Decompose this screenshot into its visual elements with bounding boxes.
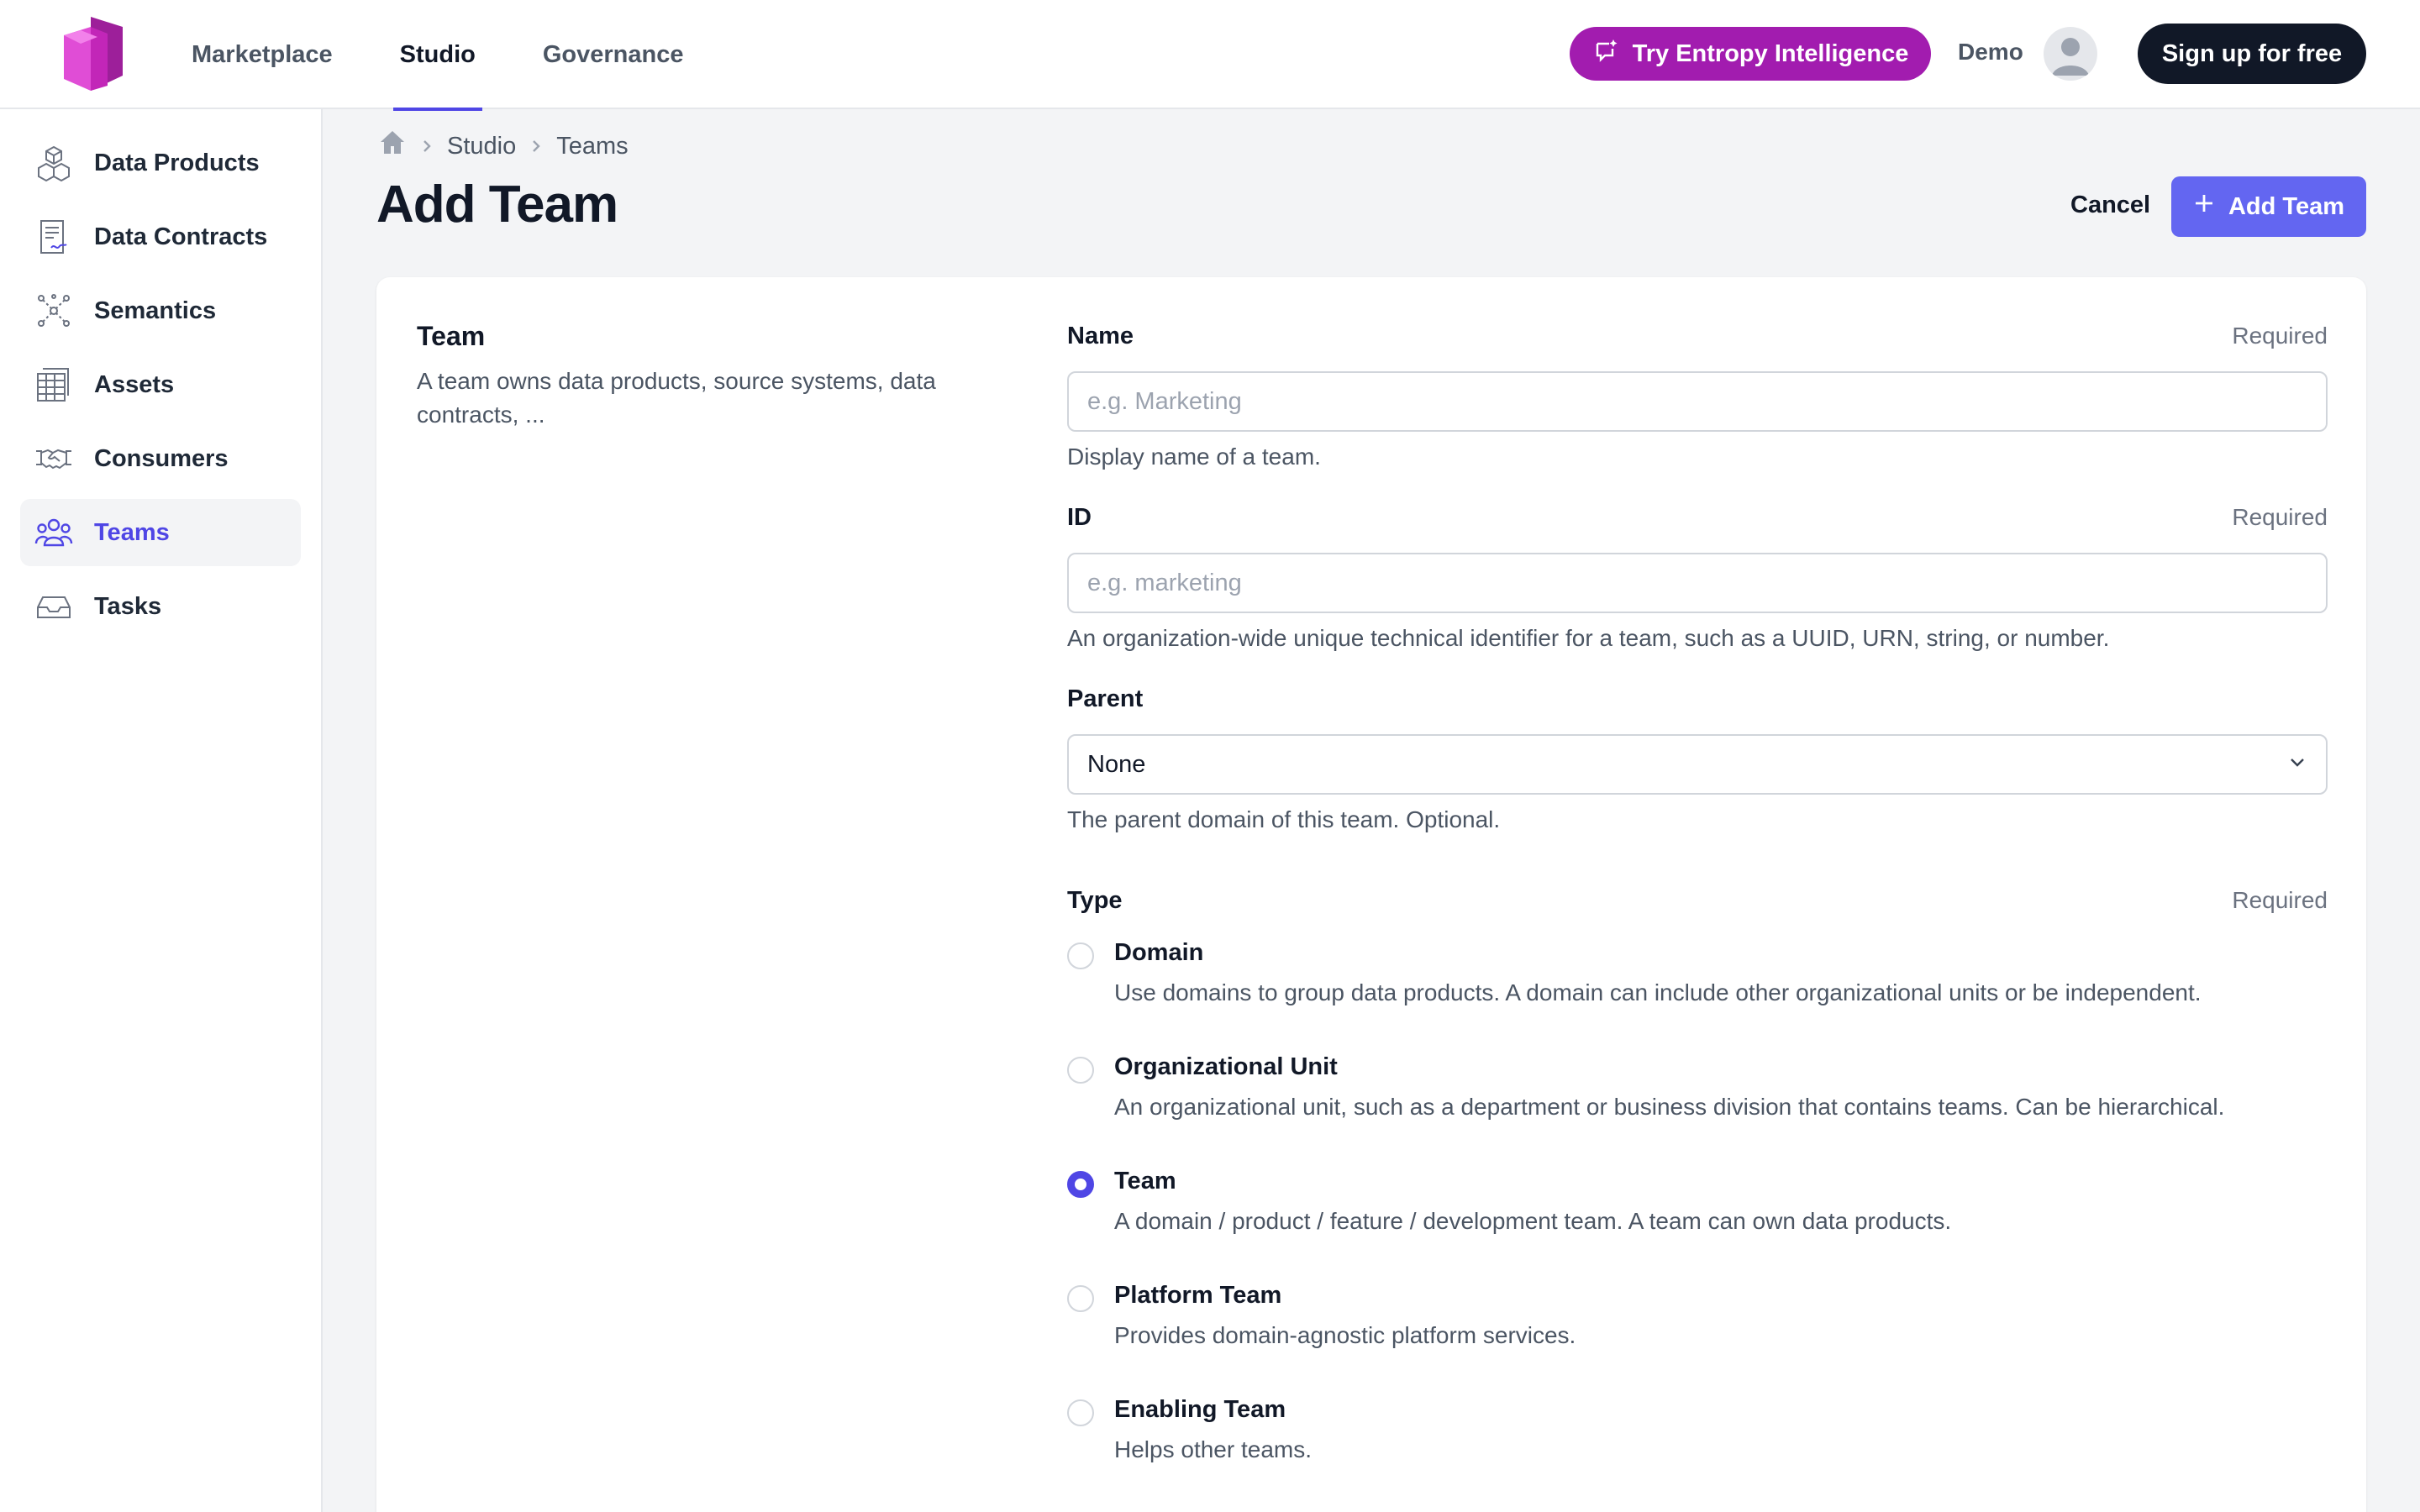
name-input[interactable] [1067,371,2328,432]
name-label: Name [1067,323,1134,349]
add-team-button[interactable]: Add Team [2171,176,2366,237]
contract-icon [34,217,74,257]
parent-selected-value: None [1087,750,1146,778]
name-required: Required [2232,323,2328,349]
radio-enabling-team[interactable] [1067,1399,1094,1426]
id-help: An organization-wide unique technical id… [1067,625,2110,651]
inbox-icon [34,586,74,627]
option-description: Provides domain-agnostic platform servic… [1114,1322,1576,1348]
chevron-right-icon [528,138,544,155]
try-entropy-intelligence-button[interactable]: Try Entropy Intelligence [1570,27,1931,81]
option-description: Use domains to group data products. A do… [1114,979,2202,1005]
section-title: Team [417,321,486,351]
nav-marketplace[interactable]: Marketplace [192,0,333,109]
sidebar-item-data-products[interactable]: Data Products [20,129,301,197]
home-icon[interactable] [378,129,407,164]
radio-organizational-unit[interactable] [1067,1057,1094,1084]
sidebar: Data Products Data Contracts Semantics A… [0,109,323,1512]
option-description: Helps other teams. [1114,1436,1312,1462]
graph-icon [34,291,74,331]
radio-platform-team[interactable] [1067,1285,1094,1312]
sidebar-item-semantics[interactable]: Semantics [20,277,301,344]
sidebar-item-label: Consumers [94,444,229,472]
sidebar-item-label: Tasks [94,592,162,620]
option-label: Platform Team [1114,1282,1282,1309]
chevron-right-icon [418,138,435,155]
chevron-down-icon [2287,751,2307,779]
top-bar: Marketplace Studio Governance Try Entrop… [0,0,2420,111]
breadcrumb: Studio Teams [378,129,629,163]
sidebar-item-label: Data Contracts [94,223,268,250]
sidebar-item-tasks[interactable]: Tasks [20,573,301,640]
option-label: Team [1114,1168,1176,1194]
page-title: Add Team [376,176,618,234]
user-name[interactable]: Demo [1958,39,2023,66]
id-label: ID [1067,504,1092,531]
sign-up-button[interactable]: Sign up for free [2138,24,2366,84]
sidebar-item-label: Data Products [94,149,260,176]
type-required: Required [2232,887,2328,913]
entropy-logo[interactable] [57,17,128,92]
parent-label: Parent [1067,685,1144,712]
breadcrumb-studio[interactable]: Studio [447,133,516,160]
option-label: Organizational Unit [1114,1053,1338,1080]
cubes-icon [34,143,74,183]
try-button-label: Try Entropy Intelligence [1632,39,1909,67]
avatar[interactable] [2044,27,2097,81]
option-description: An organizational unit, such as a depart… [1114,1094,2225,1120]
sidebar-item-assets[interactable]: Assets [20,351,301,418]
parent-select[interactable]: None [1067,734,2328,795]
option-label: Domain [1114,939,1204,966]
sidebar-item-consumers[interactable]: Consumers [20,425,301,492]
sidebar-item-data-contracts[interactable]: Data Contracts [20,203,301,270]
team-form-card: Team A team owns data products, source s… [376,277,2366,1512]
main-nav: Marketplace Studio Governance [192,0,751,111]
nav-governance[interactable]: Governance [543,0,684,109]
id-input[interactable] [1067,553,2328,613]
sidebar-item-teams[interactable]: Teams [20,499,301,566]
table-icon [34,365,74,405]
name-help: Display name of a team. [1067,444,1321,470]
plus-icon [2193,192,2215,221]
sidebar-item-label: Assets [94,370,175,398]
radio-team[interactable] [1067,1171,1094,1198]
handshake-icon [34,438,74,479]
breadcrumb-teams[interactable]: Teams [556,133,628,160]
section-description: A team owns data products, source system… [417,368,936,428]
chat-sparkle-icon [1592,37,1619,71]
sidebar-item-label: Semantics [94,297,217,324]
type-label: Type [1067,887,1123,914]
sidebar-item-label: Teams [94,518,170,546]
id-required: Required [2232,504,2328,530]
nav-studio[interactable]: Studio [392,0,483,111]
cancel-button[interactable]: Cancel [2070,192,2150,219]
parent-help: The parent domain of this team. Optional… [1067,806,1501,832]
add-team-button-label: Add Team [2228,192,2345,220]
radio-domain[interactable] [1067,942,1094,969]
option-description: A domain / product / feature / developme… [1114,1208,1952,1234]
option-label: Enabling Team [1114,1396,1286,1423]
users-icon [34,512,74,553]
